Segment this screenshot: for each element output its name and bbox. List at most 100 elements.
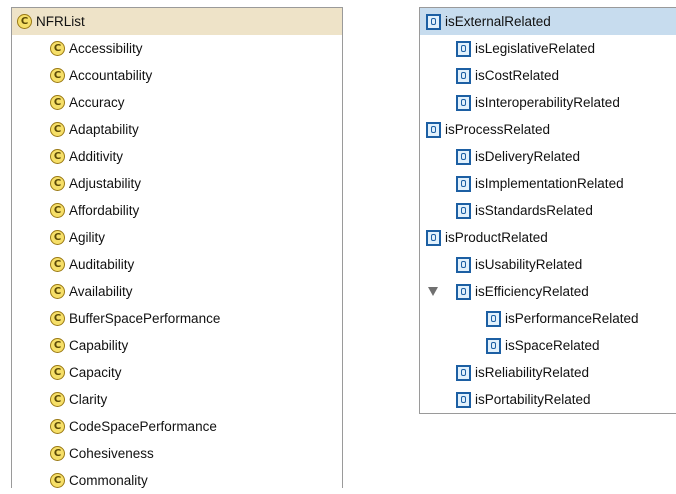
- tree-item-class[interactable]: C Additivity: [12, 143, 342, 170]
- tree-item-class[interactable]: C Accuracy: [12, 89, 342, 116]
- tree-item-property[interactable]: isImplementationRelated: [420, 170, 676, 197]
- property-icon: [456, 67, 471, 84]
- tree-item-label: isDeliveryRelated: [475, 149, 581, 164]
- tree-item-label: isPerformanceRelated: [505, 311, 639, 326]
- property-icon: [426, 121, 441, 138]
- property-icon: [486, 337, 501, 354]
- class-icon: C: [50, 446, 65, 461]
- property-icon: [456, 94, 471, 111]
- class-icon: C: [50, 203, 65, 218]
- property-icon: [456, 283, 471, 300]
- tree-item-class[interactable]: C BufferSpacePerformance: [12, 305, 342, 332]
- tree-item-property[interactable]: isProductRelated: [420, 224, 676, 251]
- class-icon: C: [50, 95, 65, 110]
- tree-item-class[interactable]: C Affordability: [12, 197, 342, 224]
- tree-item-class[interactable]: C Capacity: [12, 359, 342, 386]
- class-icon: C: [50, 311, 65, 326]
- tree-item-label: Availability: [69, 284, 133, 299]
- tree-item-label: Accountability: [69, 68, 153, 83]
- property-icon: [456, 175, 471, 192]
- tree-item-label: isStandardsRelated: [475, 203, 593, 218]
- class-icon: C: [50, 230, 65, 245]
- property-icon: [456, 364, 471, 381]
- property-icon: [456, 40, 471, 57]
- tree-item-label: Clarity: [69, 392, 108, 407]
- tree-item-nfrlist[interactable]: C NFRList: [12, 8, 342, 35]
- tree-item-class[interactable]: C Clarity: [12, 386, 342, 413]
- tree-item-class[interactable]: C Adaptability: [12, 116, 342, 143]
- tree-item-property[interactable]: isPerformanceRelated: [420, 305, 676, 332]
- tree-item-label: isImplementationRelated: [475, 176, 624, 191]
- tree-item-property[interactable]: isProcessRelated: [420, 116, 676, 143]
- tree-item-label: isInteroperabilityRelated: [475, 95, 620, 110]
- tree-item-property[interactable]: isDeliveryRelated: [420, 143, 676, 170]
- tree-item-label: Commonality: [69, 473, 148, 488]
- tree-item-label: isProductRelated: [445, 230, 548, 245]
- tree-item-label: Accessibility: [69, 41, 143, 56]
- class-hierarchy-panel: C NFRList C Accessibility C Accountability C…: [11, 7, 343, 488]
- property-icon: [456, 148, 471, 165]
- tree-item-property[interactable]: isEfficiencyRelated: [420, 278, 676, 305]
- tree-item-label: Capacity: [69, 365, 122, 380]
- tree-item-property[interactable]: isLegislativeRelated: [420, 35, 676, 62]
- property-icon: [426, 229, 441, 246]
- tree-item-property[interactable]: isStandardsRelated: [420, 197, 676, 224]
- tree-item-property[interactable]: isCostRelated: [420, 62, 676, 89]
- tree-item-class[interactable]: C Accountability: [12, 62, 342, 89]
- class-icon: C: [50, 392, 65, 407]
- property-hierarchy-panel: isExternalRelated isLegislativeRelated isC…: [419, 7, 676, 414]
- tree-item-label: isProcessRelated: [445, 122, 551, 137]
- tree-item-label: CodeSpacePerformance: [69, 419, 217, 434]
- property-icon: [456, 391, 471, 408]
- tree-item-class[interactable]: C Availability: [12, 278, 342, 305]
- tree-item-label: isExternalRelated: [445, 14, 551, 29]
- expand-triangle-icon[interactable]: [428, 287, 438, 296]
- tree-item-label: isSpaceRelated: [505, 338, 600, 353]
- property-icon: [456, 256, 471, 273]
- tree-item-property[interactable]: isPortabilityRelated: [420, 386, 676, 413]
- property-icon: [486, 310, 501, 327]
- tree-item-label: Adaptability: [69, 122, 139, 137]
- class-icon: C: [50, 176, 65, 191]
- tree-item-property[interactable]: isExternalRelated: [420, 8, 676, 35]
- property-icon: [456, 202, 471, 219]
- tree-item-class[interactable]: C Cohesiveness: [12, 440, 342, 467]
- tree-item-class[interactable]: C Agility: [12, 224, 342, 251]
- class-icon: C: [50, 284, 65, 299]
- tree-item-class[interactable]: C CodeSpacePerformance: [12, 413, 342, 440]
- tree-item-label: isUsabilityRelated: [475, 257, 583, 272]
- property-icon: [426, 13, 441, 30]
- class-icon: C: [50, 338, 65, 353]
- class-icon: C: [50, 473, 65, 488]
- tree-item-label: isLegislativeRelated: [475, 41, 596, 56]
- class-icon: C: [50, 41, 65, 56]
- tree-item-label: isEfficiencyRelated: [475, 284, 589, 299]
- tree-item-label: Agility: [69, 230, 106, 245]
- class-icon: C: [17, 14, 32, 29]
- class-icon: C: [50, 68, 65, 83]
- tree-item-property[interactable]: isInteroperabilityRelated: [420, 89, 676, 116]
- class-icon: C: [50, 257, 65, 272]
- tree-item-property[interactable]: isReliabilityRelated: [420, 359, 676, 386]
- tree-item-class[interactable]: C Capability: [12, 332, 342, 359]
- tree-item-property[interactable]: isUsabilityRelated: [420, 251, 676, 278]
- tree-item-class[interactable]: C Accessibility: [12, 35, 342, 62]
- tree-item-label: isCostRelated: [475, 68, 560, 83]
- class-icon: C: [50, 365, 65, 380]
- tree-item-property[interactable]: isSpaceRelated: [420, 332, 676, 359]
- tree-item-label: NFRList: [36, 14, 85, 29]
- tree-item-label: Adjustability: [69, 176, 142, 191]
- class-icon: C: [50, 419, 65, 434]
- tree-item-label: isPortabilityRelated: [475, 392, 591, 407]
- tree-item-label: Additivity: [69, 149, 124, 164]
- tree-item-label: Auditability: [69, 257, 135, 272]
- tree-item-class[interactable]: C Adjustability: [12, 170, 342, 197]
- tree-item-class[interactable]: C Commonality: [12, 467, 342, 494]
- tree-item-label: Affordability: [69, 203, 140, 218]
- tree-item-class[interactable]: C Auditability: [12, 251, 342, 278]
- tree-item-label: isReliabilityRelated: [475, 365, 590, 380]
- class-icon: C: [50, 122, 65, 137]
- tree-item-label: Capability: [69, 338, 129, 353]
- tree-item-label: Cohesiveness: [69, 446, 154, 461]
- tree-item-label: BufferSpacePerformance: [69, 311, 221, 326]
